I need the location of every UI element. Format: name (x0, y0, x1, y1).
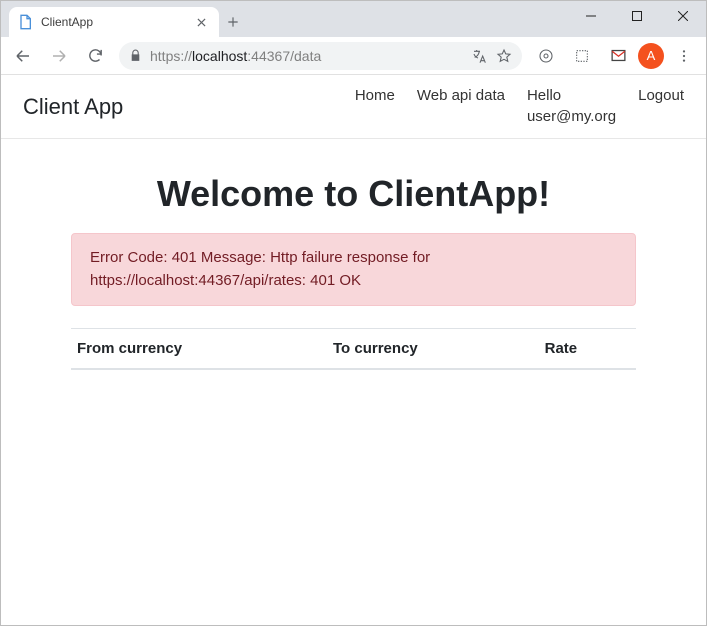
minimize-button[interactable] (568, 1, 614, 31)
page-title: Welcome to ClientApp! (71, 173, 636, 215)
back-button[interactable] (7, 40, 39, 72)
url-text: https://localhost:44367/data (150, 48, 464, 64)
extension1-icon[interactable] (530, 40, 562, 72)
browser-toolbar: https://localhost:44367/data A (1, 37, 706, 75)
nav-home[interactable]: Home (355, 86, 395, 106)
col-from: From currency (71, 328, 327, 369)
close-button[interactable] (660, 1, 706, 31)
window-controls (568, 1, 706, 31)
menu-button[interactable] (668, 40, 700, 72)
extension2-icon[interactable] (566, 40, 598, 72)
titlebar: ClientApp (1, 1, 706, 37)
col-to: To currency (327, 328, 539, 369)
new-tab-button[interactable] (219, 8, 247, 36)
app-navbar: Client App Home Web api data Hello user@… (1, 75, 706, 139)
brand[interactable]: Client App (23, 94, 123, 120)
forward-button[interactable] (43, 40, 75, 72)
tab-title: ClientApp (41, 15, 185, 29)
address-bar[interactable]: https://localhost:44367/data (119, 42, 522, 70)
browser-tab[interactable]: ClientApp (9, 7, 219, 37)
page-viewport: Client App Home Web api data Hello user@… (1, 75, 706, 625)
file-icon (17, 14, 33, 30)
gmail-icon[interactable] (602, 40, 634, 72)
error-alert: Error Code: 401 Message: Http failure re… (71, 233, 636, 306)
maximize-button[interactable] (614, 1, 660, 31)
rates-table: From currency To currency Rate (71, 328, 636, 370)
reload-button[interactable] (79, 40, 111, 72)
table-header-row: From currency To currency Rate (71, 328, 636, 369)
translate-icon[interactable] (472, 48, 488, 64)
nav-webapi[interactable]: Web api data (417, 86, 505, 106)
main-content: Welcome to ClientApp! Error Code: 401 Me… (1, 139, 706, 370)
nav-logout[interactable]: Logout (638, 86, 684, 106)
col-rate: Rate (539, 328, 636, 369)
nav-links: Home Web api data Hello user@my.org Logo… (355, 86, 684, 127)
nav-greeting[interactable]: Hello user@my.org (527, 86, 616, 127)
lock-icon (129, 49, 142, 62)
browser-window: ClientApp https://localhost:44367/data (0, 0, 707, 626)
star-icon[interactable] (496, 48, 512, 64)
tab-close-icon[interactable] (193, 14, 209, 30)
profile-avatar[interactable]: A (638, 43, 664, 69)
